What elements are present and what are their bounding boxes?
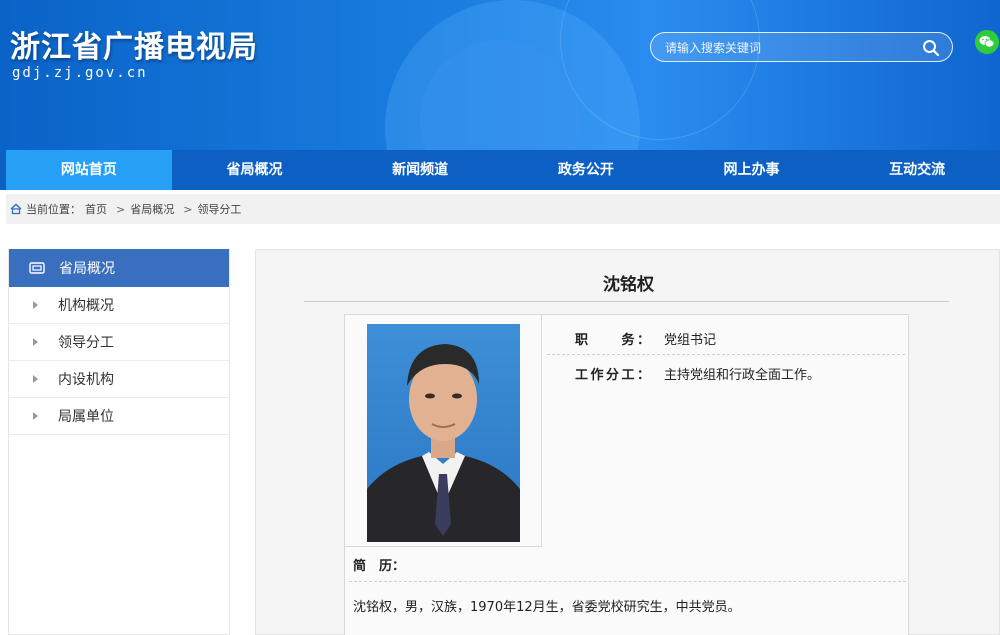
sidebar-item-departments[interactable]: 内设机构 — [9, 361, 229, 398]
folder-icon — [29, 262, 45, 274]
site-header: 浙江省广播电视局 gdj.zj.gov.cn — [0, 0, 1000, 150]
info-row-duty: 工作分工： 主持党组和行政全面工作。 — [547, 364, 905, 390]
sidebar: 省局概况 机构概况 领导分工 内设机构 局属单位 — [8, 249, 230, 635]
chevron-right-icon — [33, 375, 38, 383]
nav-item-overview[interactable]: 省局概况 — [172, 150, 338, 190]
breadcrumb-prefix: 当前位置： — [26, 203, 81, 216]
sidebar-item-label: 领导分工 — [58, 335, 114, 351]
search-icon[interactable] — [922, 39, 940, 57]
site-title[interactable]: 浙江省广播电视局 — [10, 22, 258, 66]
sidebar-item-organization[interactable]: 机构概况 — [9, 287, 229, 324]
chevron-right-icon — [33, 412, 38, 420]
breadcrumb-overview[interactable]: 省局概况 — [130, 201, 174, 217]
main-content: 沈铭权 职 务： 党组书记 工作分工： 主持党组和行政全面工作。 简 历： 沈铭… — [255, 249, 1000, 635]
nav-item-home[interactable]: 网站首页 — [5, 150, 172, 190]
search-input[interactable] — [665, 38, 915, 58]
profile-card: 职 务： 党组书记 工作分工： 主持党组和行政全面工作。 简 历： 沈铭权，男，… — [344, 314, 909, 635]
divider — [304, 301, 949, 302]
sidebar-header[interactable]: 省局概况 — [9, 249, 229, 287]
breadcrumb: 当前位置： 首页 > 省局概况 > 领导分工 — [6, 194, 1000, 224]
bio-text: 沈铭权，男，汉族，1970年12月生，省委党校研究生，中共党员。 — [353, 600, 741, 615]
photo-cell — [345, 315, 542, 547]
breadcrumb-separator: > — [183, 202, 193, 216]
info-row-position: 职 务： 党组书记 — [547, 329, 905, 355]
sidebar-item-label: 内设机构 — [58, 372, 114, 388]
sidebar-item-affiliates[interactable]: 局属单位 — [9, 398, 229, 435]
breadcrumb-home[interactable]: 首页 — [85, 201, 107, 217]
main-nav: 网站首页 省局概况 新闻频道 政务公开 网上办事 互动交流 — [0, 150, 1000, 190]
sidebar-item-leadership[interactable]: 领导分工 — [9, 324, 229, 361]
duty-value: 主持党组和行政全面工作。 — [664, 368, 821, 383]
site-domain: gdj.zj.gov.cn — [12, 65, 148, 81]
wechat-icon[interactable] — [975, 30, 999, 54]
position-label: 职 务： — [575, 333, 650, 348]
home-icon — [10, 203, 22, 215]
search-box — [650, 32, 953, 62]
nav-item-news[interactable]: 新闻频道 — [337, 150, 503, 190]
nav-item-interaction[interactable]: 互动交流 — [834, 150, 1000, 190]
page-title: 沈铭权 — [603, 275, 654, 295]
duty-label: 工作分工： — [575, 368, 650, 383]
divider — [349, 581, 906, 582]
bio-label: 简 历： — [353, 559, 406, 574]
breadcrumb-current[interactable]: 领导分工 — [197, 201, 241, 217]
breadcrumb-separator: > — [116, 202, 126, 216]
sidebar-item-label: 机构概况 — [58, 298, 114, 314]
chevron-right-icon — [33, 338, 38, 346]
sidebar-header-label: 省局概况 — [59, 261, 115, 277]
nav-item-government-affairs[interactable]: 政务公开 — [503, 150, 669, 190]
position-value: 党组书记 — [664, 333, 717, 348]
portrait-photo — [367, 324, 520, 542]
nav-item-online-services[interactable]: 网上办事 — [669, 150, 835, 190]
chevron-right-icon — [33, 301, 38, 309]
sidebar-item-label: 局属单位 — [58, 409, 114, 425]
